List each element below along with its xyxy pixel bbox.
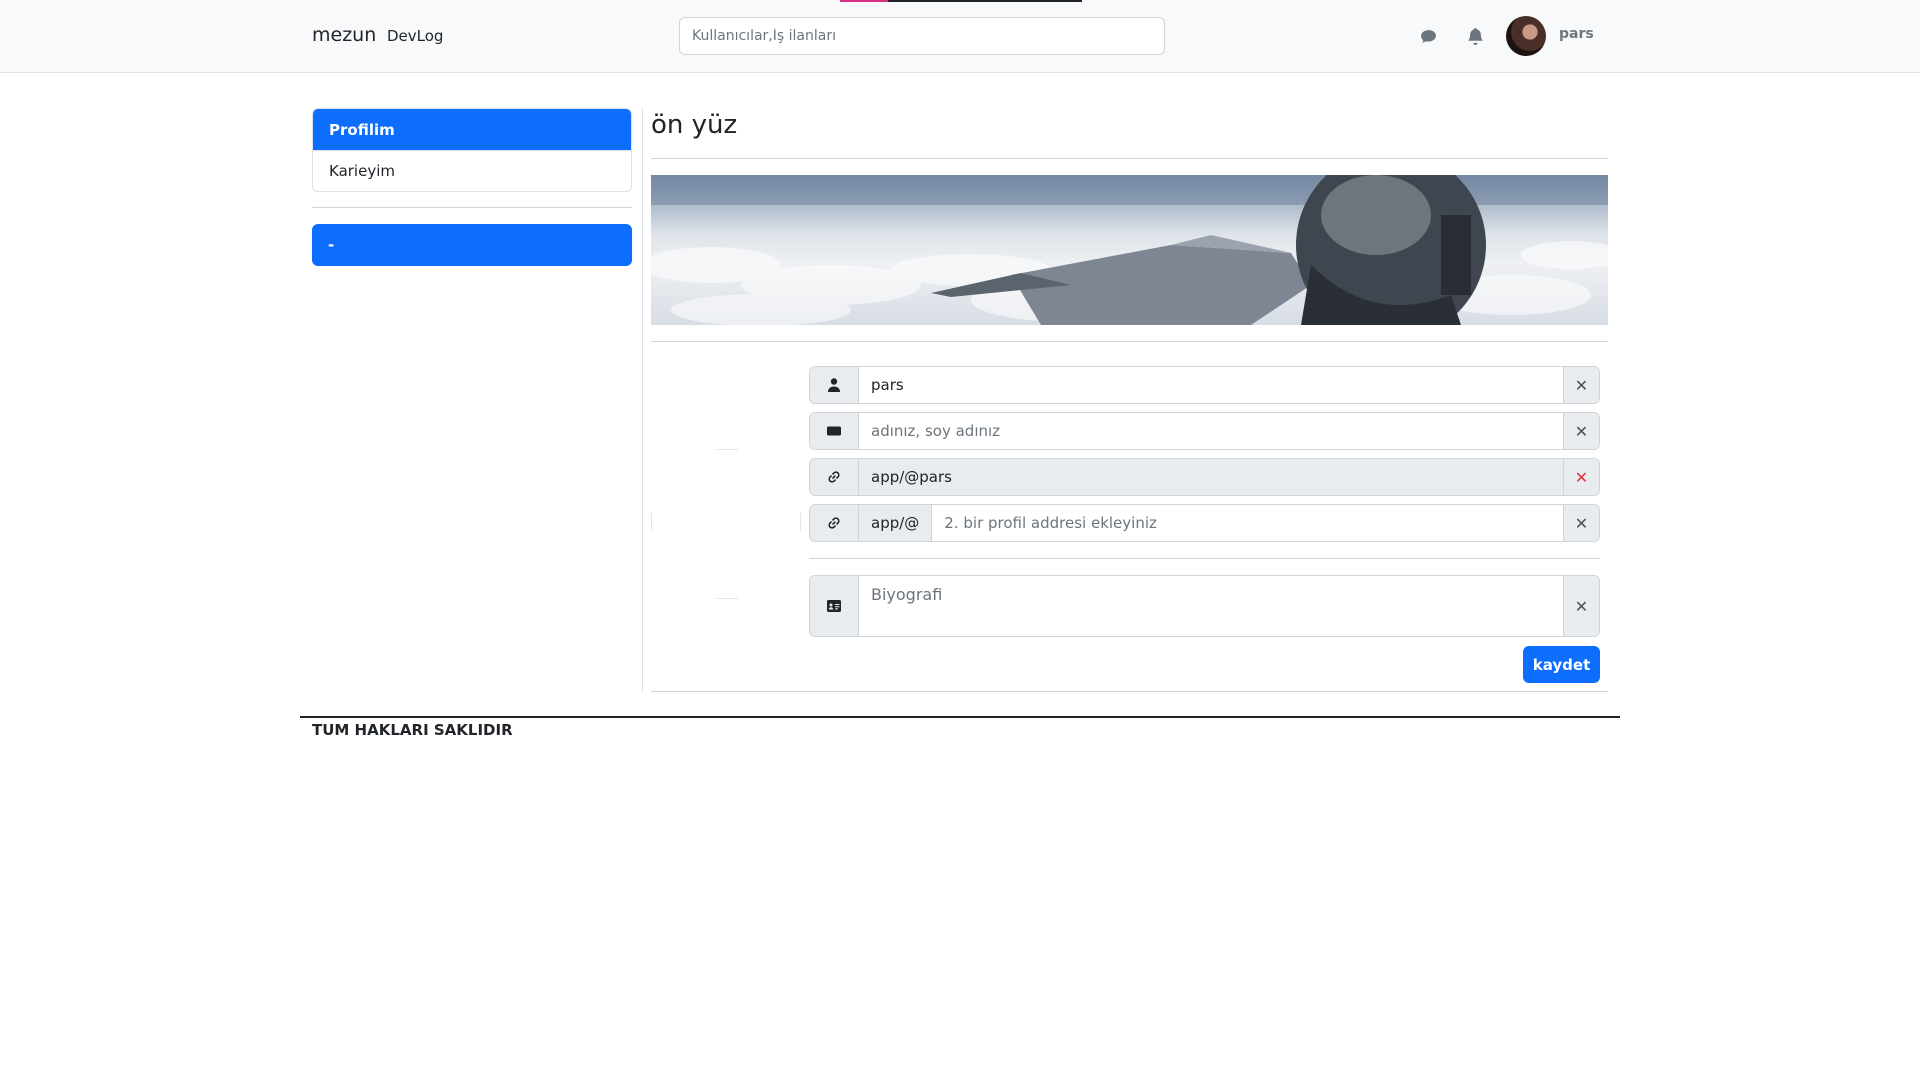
loading-progress-bar: [840, 0, 1082, 2]
banner-divider: [651, 341, 1608, 342]
fullname-input-group: ✕: [809, 412, 1600, 450]
profile-url-field[interactable]: [859, 459, 1563, 495]
nav-link-devlog[interactable]: DevLog: [387, 27, 443, 45]
link-icon: [810, 505, 859, 541]
person-icon: [810, 367, 859, 403]
second-url-prefix: app/@: [859, 505, 933, 541]
profile-url-input-group: ✕: [809, 458, 1600, 496]
main-bottom-divider: [651, 691, 1608, 692]
form-divider: [809, 558, 1600, 559]
clear-username-icon[interactable]: ✕: [1563, 367, 1599, 403]
second-url-field[interactable]: [932, 505, 1563, 541]
link-icon: [810, 459, 859, 495]
person-card-icon: [810, 576, 859, 636]
bio-textarea[interactable]: [859, 576, 1563, 636]
search-input[interactable]: [679, 17, 1165, 55]
column-divider: [642, 108, 643, 693]
username-field[interactable]: [859, 367, 1563, 403]
sidebar-action-button[interactable]: -: [312, 224, 632, 266]
footer-divider: [300, 716, 1620, 718]
title-divider: [651, 158, 1608, 159]
page-title: ön yüz: [651, 110, 738, 140]
chat-icon[interactable]: [1418, 26, 1438, 46]
second-url-input-group: app/@ ✕: [809, 504, 1600, 542]
brand-logo[interactable]: mezun: [312, 24, 376, 46]
clear-fullname-icon[interactable]: ✕: [1563, 413, 1599, 449]
clear-profile-url-icon[interactable]: ✕: [1563, 459, 1599, 495]
profile-avatar-placeholder[interactable]: [651, 366, 801, 606]
fullname-field[interactable]: [859, 413, 1563, 449]
id-card-icon: [810, 413, 859, 449]
sidebar-item-karieyim[interactable]: Karieyim: [313, 150, 631, 191]
avatar[interactable]: [1506, 16, 1546, 56]
profile-banner-image[interactable]: [651, 175, 1608, 325]
sidebar-menu: Profilim Karieyim: [312, 108, 632, 192]
sidebar-item-profilim[interactable]: Profilim: [313, 109, 631, 150]
clear-bio-icon[interactable]: ✕: [1563, 576, 1599, 636]
username-input-group: ✕: [809, 366, 1600, 404]
bell-icon[interactable]: [1465, 26, 1485, 46]
footer-copyright: TUM HAKLARI SAKLIDIR: [312, 721, 513, 739]
username-label[interactable]: pars: [1559, 26, 1594, 42]
bio-input-group: ✕: [809, 575, 1600, 637]
sidebar-divider: [312, 207, 632, 208]
save-button[interactable]: kaydet: [1523, 646, 1600, 683]
top-navbar: mezun DevLog pars: [0, 0, 1920, 73]
clear-second-url-icon[interactable]: ✕: [1563, 505, 1599, 541]
